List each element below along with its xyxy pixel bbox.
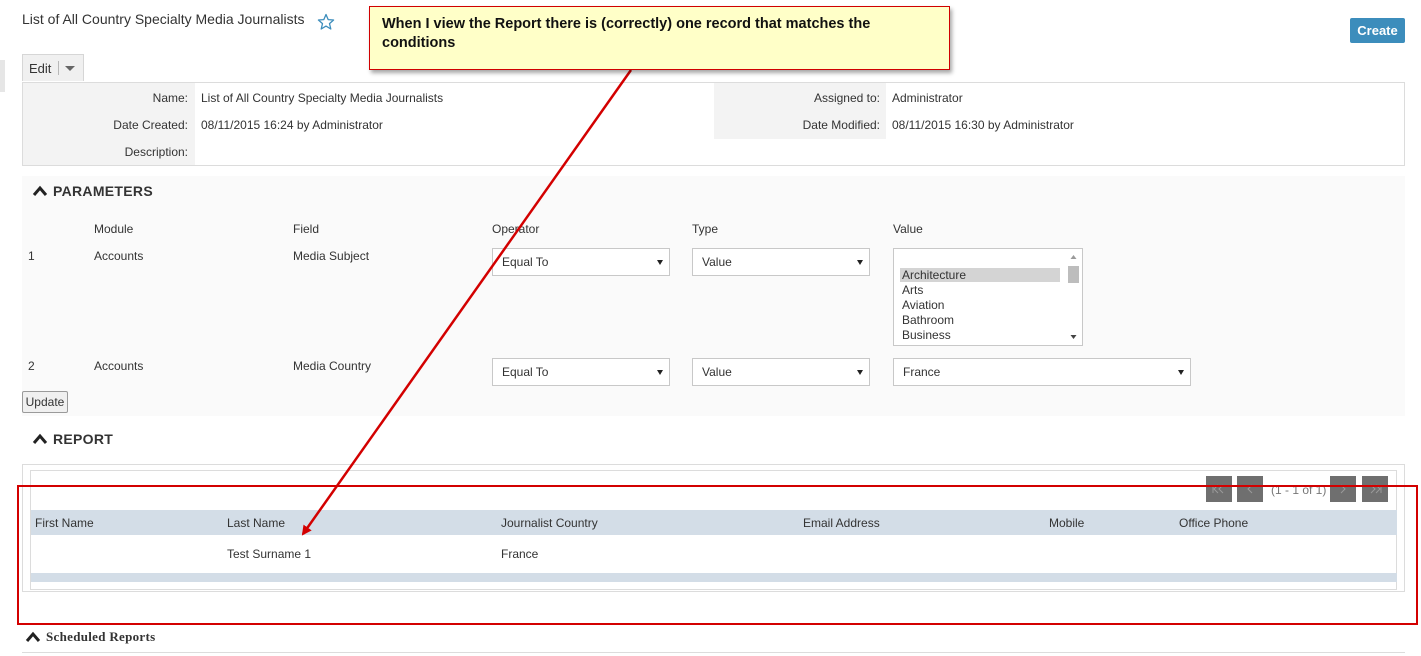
scheduled-reports-title: Scheduled Reports bbox=[46, 629, 156, 644]
assigned-to-label: Assigned to: bbox=[813, 91, 880, 105]
date-modified-label: Date Modified: bbox=[802, 118, 880, 132]
previous-page-icon[interactable] bbox=[1237, 476, 1263, 502]
country-value-select[interactable]: France bbox=[893, 358, 1191, 386]
date-created-label: Date Created: bbox=[113, 118, 188, 132]
th-last-name[interactable]: Last Name bbox=[227, 516, 285, 530]
param-field: Media Subject bbox=[293, 249, 370, 263]
type-select-value: Value bbox=[702, 365, 732, 379]
type-select[interactable]: Value bbox=[692, 248, 870, 276]
chevron-up-icon bbox=[25, 631, 41, 642]
chevron-up-icon bbox=[32, 185, 48, 196]
operator-select-value: Equal To bbox=[502, 255, 549, 269]
annotation-callout: When I view the Report there is (correct… bbox=[369, 6, 950, 70]
last-page-icon[interactable] bbox=[1362, 476, 1388, 502]
date-modified-value: 08/11/2015 16:30 by Administrator bbox=[892, 118, 1074, 132]
pagination-status: (1 - 1 of 1) bbox=[1271, 483, 1327, 497]
report-header[interactable]: REPORT bbox=[32, 431, 113, 447]
col-module: Module bbox=[94, 222, 134, 236]
page-title: List of All Country Specialty Media Jour… bbox=[22, 11, 305, 27]
chevron-up-icon bbox=[32, 433, 48, 444]
col-field: Field bbox=[293, 222, 320, 236]
param-field: Media Country bbox=[293, 359, 372, 373]
col-type: Type bbox=[692, 222, 719, 236]
date-created-value: 08/11/2015 16:24 by Administrator bbox=[201, 118, 383, 132]
assigned-to-value: Administrator bbox=[892, 91, 963, 105]
scheduled-reports-header[interactable]: Scheduled Reports bbox=[25, 629, 155, 645]
cell-last-name: Test Surname 1 bbox=[227, 547, 312, 561]
param-module: Accounts bbox=[94, 359, 144, 373]
caret-down-icon bbox=[857, 370, 863, 375]
caret-down-icon bbox=[657, 260, 663, 265]
description-label: Description: bbox=[124, 145, 188, 159]
th-first-name[interactable]: First Name bbox=[35, 516, 94, 530]
th-mobile[interactable]: Mobile bbox=[1049, 516, 1084, 530]
report-table-footer bbox=[31, 573, 1397, 582]
update-button[interactable]: Update bbox=[22, 391, 68, 413]
th-office-phone[interactable]: Office Phone bbox=[1179, 516, 1248, 530]
edit-separator bbox=[58, 61, 60, 75]
value-option[interactable]: Arts bbox=[900, 283, 1060, 297]
value-option[interactable]: Architecture bbox=[900, 268, 1060, 282]
parameters-title: PARAMETERS bbox=[53, 183, 153, 199]
first-page-icon[interactable] bbox=[1206, 476, 1232, 502]
edit-label: Edit bbox=[29, 60, 52, 76]
name-label: Name: bbox=[152, 91, 188, 105]
type-select-value: Value bbox=[702, 255, 732, 269]
country-value-select-value: France bbox=[903, 365, 941, 379]
param-row-number: 1 bbox=[28, 249, 35, 263]
listbox-scrollbar[interactable] bbox=[1067, 251, 1080, 343]
col-value: Value bbox=[893, 222, 923, 236]
detail-panel: Name: List of All Country Specialty Medi… bbox=[22, 82, 1405, 166]
th-journalist-country[interactable]: Journalist Country bbox=[501, 516, 598, 530]
parameters-header[interactable]: PARAMETERS bbox=[32, 183, 153, 199]
type-select[interactable]: Value bbox=[692, 358, 870, 386]
param-module: Accounts bbox=[94, 249, 144, 263]
report-title: REPORT bbox=[53, 431, 114, 447]
value-multiselect[interactable]: Architecture Arts Aviation Bathroom Busi… bbox=[893, 248, 1083, 346]
value-option[interactable]: Aviation bbox=[900, 298, 1060, 312]
divider bbox=[22, 652, 1405, 653]
caret-down-icon bbox=[1178, 370, 1184, 375]
operator-select-value: Equal To bbox=[502, 365, 549, 379]
side-tab-marker bbox=[0, 60, 5, 92]
cell-journalist-country: France bbox=[501, 547, 539, 561]
edit-dropdown-button[interactable]: Edit bbox=[22, 54, 84, 81]
caret-down-icon bbox=[657, 370, 663, 375]
name-value: List of All Country Specialty Media Jour… bbox=[201, 91, 444, 105]
caret-down-icon bbox=[857, 260, 863, 265]
param-row-number: 2 bbox=[28, 359, 35, 373]
col-operator: Operator bbox=[492, 222, 540, 236]
operator-select[interactable]: Equal To bbox=[492, 358, 670, 386]
th-email-address[interactable]: Email Address bbox=[803, 516, 880, 530]
create-button[interactable]: Create bbox=[1350, 18, 1405, 43]
caret-down-icon[interactable] bbox=[65, 65, 76, 71]
star-outline-icon[interactable] bbox=[317, 13, 335, 31]
next-page-icon[interactable] bbox=[1330, 476, 1356, 502]
value-option[interactable]: Bathroom bbox=[900, 313, 1060, 327]
operator-select[interactable]: Equal To bbox=[492, 248, 670, 276]
value-option[interactable]: Business bbox=[900, 328, 1060, 342]
